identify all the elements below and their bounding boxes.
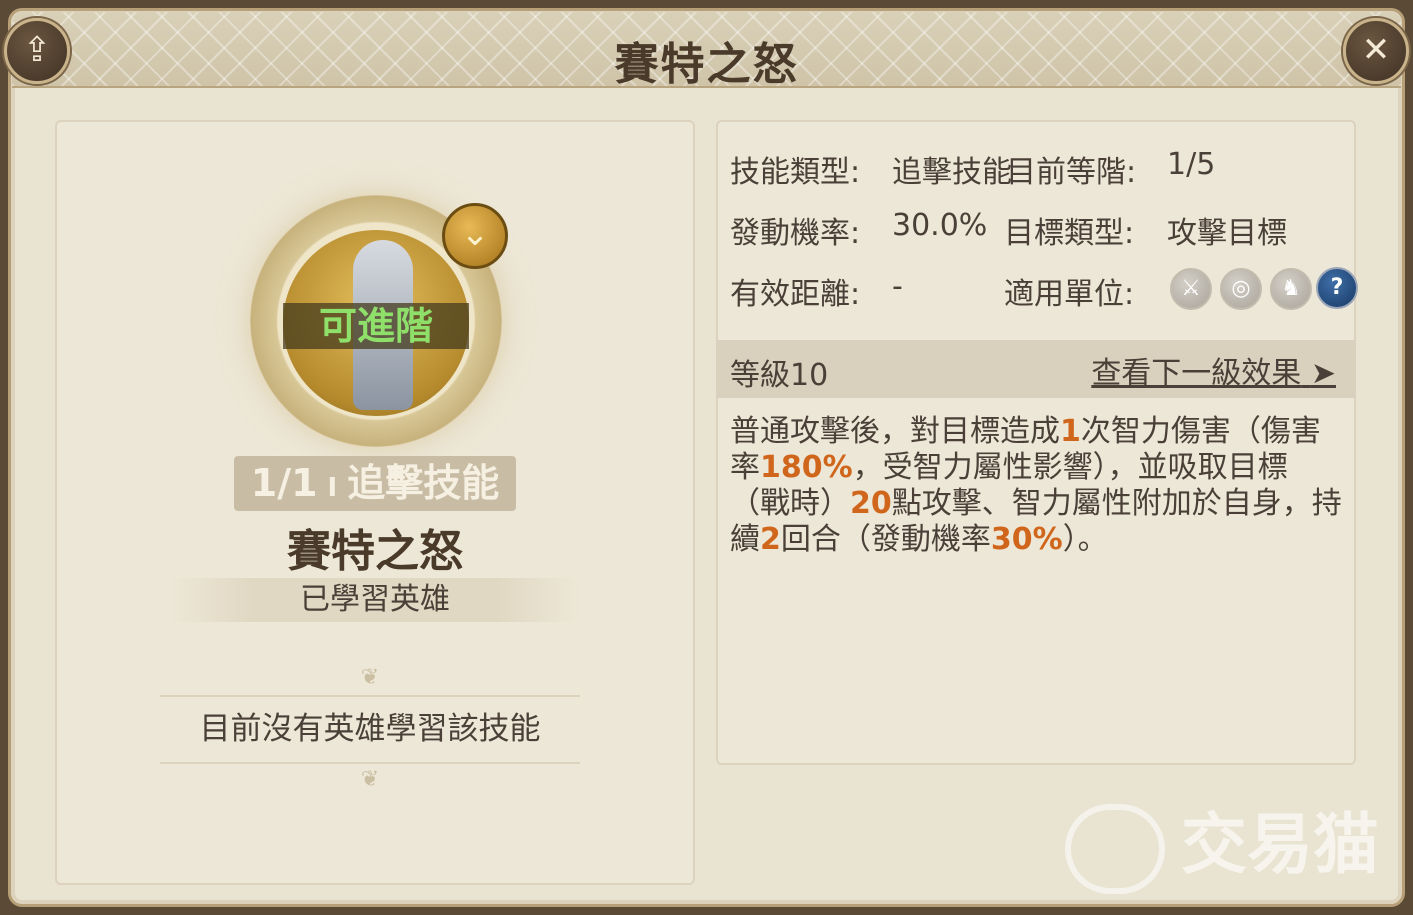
close-button[interactable]: ✕ bbox=[1343, 18, 1409, 84]
ornament-bottom: ❦ bbox=[360, 767, 380, 792]
next-level-text: 查看下一級效果 bbox=[1091, 356, 1302, 391]
stage-value: 1/5 bbox=[1167, 147, 1216, 182]
desc-drain-amount: 20 bbox=[850, 486, 892, 521]
target-icon: ◎ bbox=[1220, 268, 1262, 310]
desc-hits: 1 bbox=[1060, 414, 1081, 449]
watermark-text: 交易猫 bbox=[1181, 806, 1379, 883]
upgrade-badge[interactable]: ⌄ bbox=[442, 203, 508, 269]
desc-duration: 2 bbox=[760, 522, 781, 557]
range-label: 有效距離: bbox=[730, 277, 861, 312]
upgrade-available-label: 可進階 bbox=[283, 303, 469, 349]
tag-separator: I bbox=[327, 473, 338, 503]
share-button[interactable]: ⇪ bbox=[4, 18, 70, 84]
no-hero-message: 目前沒有英雄學習該技能 bbox=[160, 695, 580, 764]
chevron-down-icon: ⌄ bbox=[460, 214, 490, 254]
dialog-title: 賽特之怒 bbox=[614, 39, 799, 90]
cat-logo-icon bbox=[1065, 803, 1165, 894]
close-icon: ✕ bbox=[1361, 30, 1391, 70]
target-value: 攻擊目標 bbox=[1167, 216, 1287, 251]
desc-part-5: 回合（發動機率 bbox=[780, 522, 991, 557]
question-glyph: ? bbox=[1330, 275, 1344, 300]
ornament-top: ❦ bbox=[360, 665, 380, 690]
tag-type: 追擊技能 bbox=[347, 461, 500, 505]
skill-name: 賽特之怒 bbox=[287, 526, 463, 577]
watermark: 交易猫 bbox=[1065, 795, 1395, 895]
desc-damage-rate: 180% bbox=[760, 450, 853, 485]
title-bar: 賽特之怒 bbox=[12, 12, 1401, 90]
desc-chance: 30% bbox=[990, 522, 1063, 557]
unit-label: 適用單位: bbox=[1004, 277, 1135, 312]
stage-label: 目前等階: bbox=[1006, 155, 1137, 190]
share-icon: ⇪ bbox=[22, 30, 52, 70]
target-label: 目標類型: bbox=[1004, 216, 1135, 251]
next-level-link[interactable]: 查看下一級效果 ➤ bbox=[1091, 348, 1336, 392]
skill-type-label: 技能類型: bbox=[730, 155, 861, 190]
chance-value: 30.0% bbox=[892, 208, 988, 243]
desc-part-1: 普通攻擊後，對目標造成 bbox=[730, 414, 1060, 449]
skill-description: 普通攻擊後，對目標造成1次智力傷害（傷害率180%，受智力屬性影響），並吸取目標… bbox=[730, 414, 1342, 558]
learned-heroes-header: 已學習英雄 bbox=[170, 578, 580, 622]
sword-icon: ⚔ bbox=[1170, 268, 1212, 310]
skill-type-tag: 1/1 I 追擊技能 bbox=[234, 456, 516, 511]
level-bar: 等級10 查看下一級效果 ➤ bbox=[716, 340, 1356, 398]
horse-icon: ♞ bbox=[1270, 268, 1312, 310]
range-value: - bbox=[892, 269, 903, 304]
skill-type-value: 追擊技能 bbox=[892, 155, 1012, 190]
question-icon[interactable]: ? bbox=[1316, 267, 1358, 309]
chance-label: 發動機率: bbox=[730, 216, 861, 251]
tag-count: 1/1 bbox=[250, 461, 318, 505]
level-label: 等級10 bbox=[730, 358, 829, 393]
desc-part-6: ）。 bbox=[1062, 522, 1108, 557]
arrow-right-icon: ➤ bbox=[1310, 356, 1336, 391]
